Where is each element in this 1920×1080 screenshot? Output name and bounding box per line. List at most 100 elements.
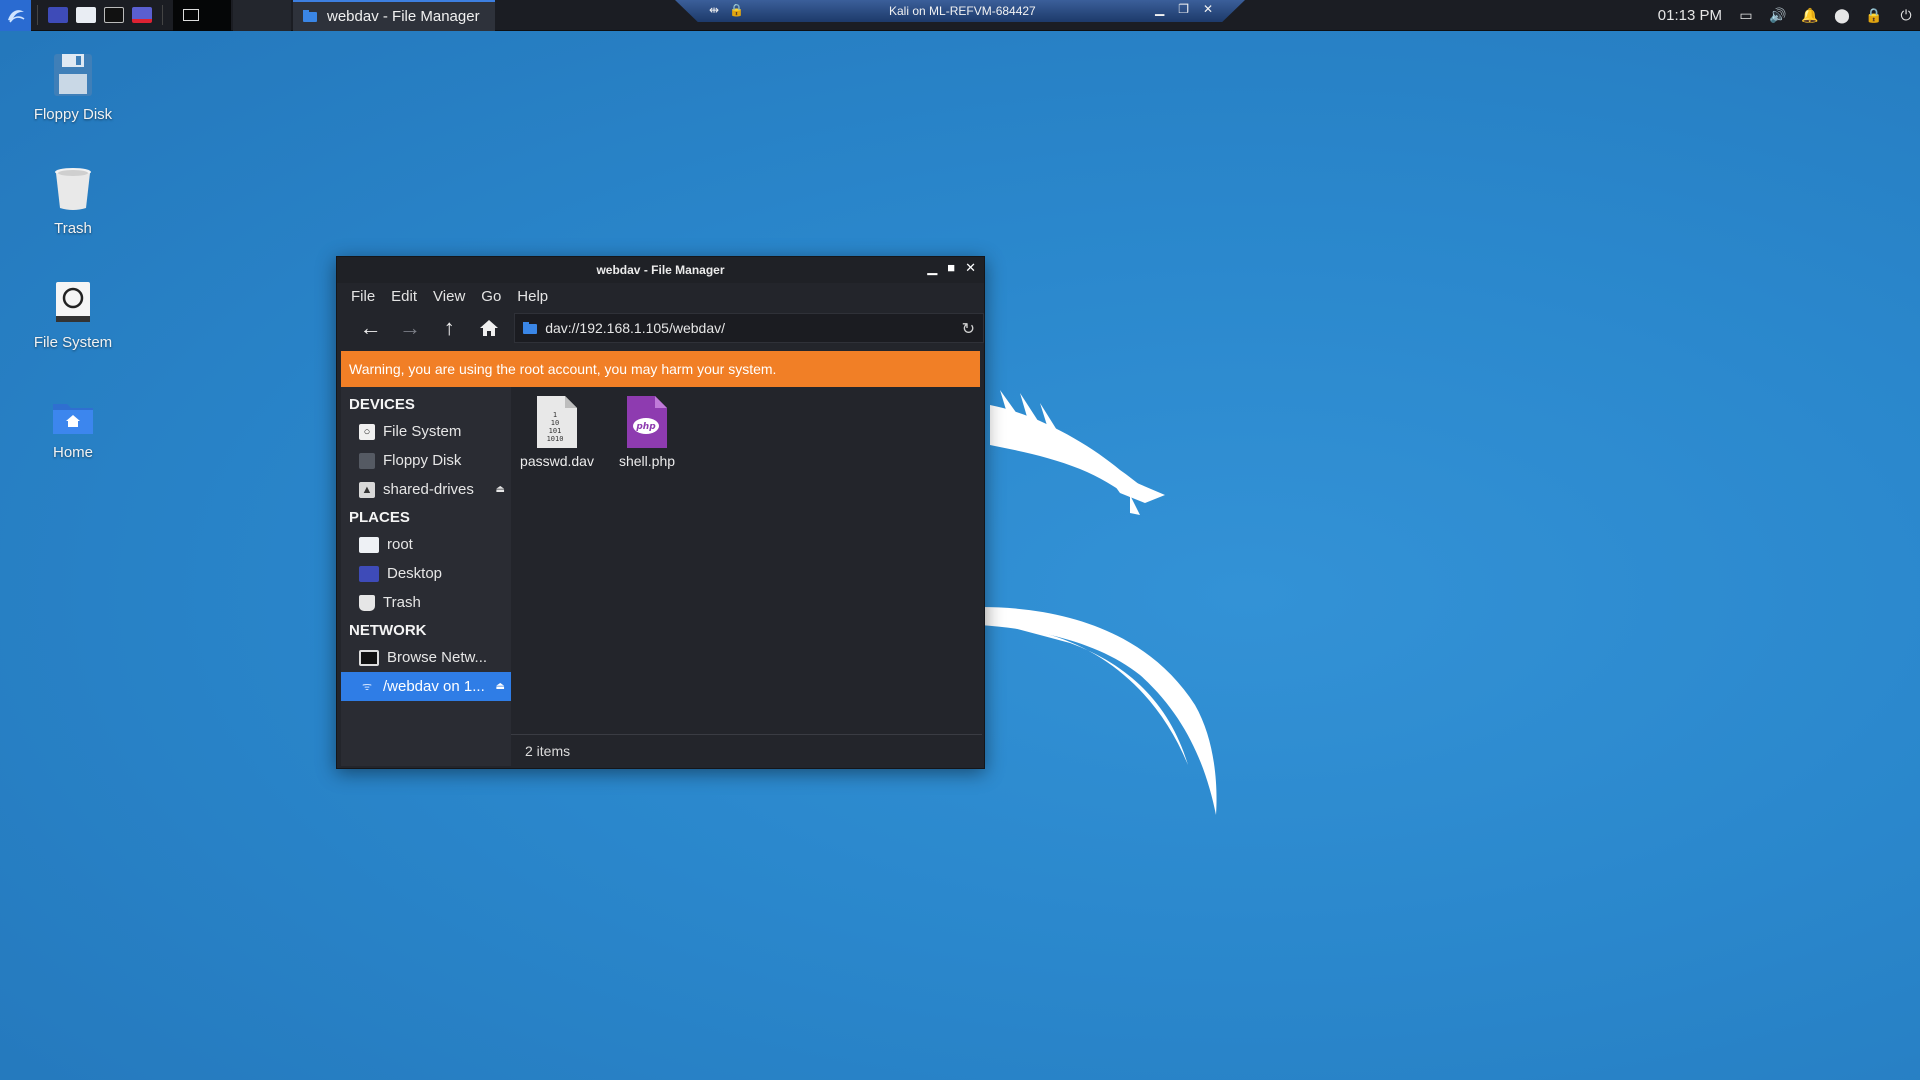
remote-connection-bar: ⇹ 🔒 Kali on ML-REFVM-684427 ▁ ❐ ✕	[675, 0, 1245, 22]
root-warning-banner: Warning, you are using the root account,…	[341, 351, 980, 387]
home-icon[interactable]	[469, 311, 508, 345]
desktop-icon[interactable]	[44, 0, 72, 31]
file-item-passwd[interactable]: 1 10 101 1010 passwd.dav	[515, 395, 599, 469]
system-tray: 01:13 PM ▭ 🔊 🔔 ⬤ 🔒 ⏻	[1658, 0, 1914, 31]
desktop-icon-file-system[interactable]: File System	[8, 280, 138, 351]
sidebar-header-network: NETWORK	[349, 621, 427, 639]
svg-text:php: php	[635, 422, 656, 432]
pin-icon[interactable]: ⇹	[709, 3, 719, 17]
sidebar-item-trash[interactable]: Trash	[341, 588, 511, 617]
sidebar-item-label: Trash	[383, 594, 421, 611]
wifi-icon: ᯤ	[361, 681, 373, 693]
sidebar-item-label: shared-drives	[383, 481, 474, 498]
svg-text:10: 10	[551, 419, 559, 427]
window-titlebar[interactable]: webdav - File Manager ▁ ■ ✕	[337, 257, 984, 283]
workspace-window-icon	[183, 9, 199, 21]
eject-icon[interactable]: ⏏	[496, 484, 505, 495]
display-icon[interactable]: ▭	[1738, 7, 1754, 24]
eject-icon[interactable]: ⏏	[496, 681, 505, 692]
back-arrow-icon[interactable]: ←	[351, 311, 390, 345]
restore-icon[interactable]: ❐	[1178, 2, 1189, 16]
folder-icon	[303, 10, 317, 22]
folder-icon	[523, 322, 538, 334]
file-grid: 1 10 101 1010 passwd.dav php shell.php	[515, 395, 689, 469]
sidebar-item-browse-network[interactable]: Browse Netw...	[341, 643, 511, 672]
workspace-2[interactable]	[233, 0, 291, 31]
file-system-icon	[56, 282, 90, 322]
desktop-icon-label: Floppy Disk	[33, 106, 113, 123]
maximize-icon[interactable]: ■	[947, 260, 955, 276]
file-system-icon: ○	[359, 423, 375, 440]
menu-view[interactable]: View	[425, 288, 473, 305]
desktop-icon-home[interactable]: Home	[8, 398, 138, 461]
desktop-folder-icon	[359, 565, 379, 582]
file-manager-window: webdav - File Manager ▁ ■ ✕ File Edit Vi…	[336, 256, 985, 769]
trash-icon	[55, 168, 91, 210]
php-file-icon: php	[627, 396, 667, 448]
up-arrow-icon[interactable]: ↑	[430, 311, 469, 345]
forward-arrow-icon[interactable]: →	[390, 311, 429, 345]
kali-menu-icon[interactable]	[0, 0, 31, 31]
screenshot-icon[interactable]	[128, 0, 156, 31]
top-panel: webdav - File Manager ⇹ 🔒 Kali on ML-REF…	[0, 0, 1920, 31]
drive-icon: ▲	[359, 481, 375, 498]
sidebar-item-label: root	[387, 536, 413, 553]
sidebar-item-webdav[interactable]: ᯤ /webdav on 1... ⏏	[341, 672, 511, 701]
location-bar[interactable]: dav://192.168.1.105/webdav/ ↻	[514, 313, 984, 343]
desktop-icon-label: File System	[33, 334, 113, 351]
menu-help[interactable]: Help	[509, 288, 556, 305]
desktop-icon-floppy-disk[interactable]: Floppy Disk	[8, 52, 138, 123]
menu-go[interactable]: Go	[473, 288, 509, 305]
binary-file-icon: 1 10 101 1010	[537, 396, 577, 448]
svg-text:1010: 1010	[547, 435, 564, 443]
window-title: webdav - File Manager	[596, 263, 725, 277]
panel-separator	[162, 5, 163, 25]
sidebar-header-places: PLACES	[349, 508, 410, 526]
file-name: shell.php	[618, 453, 676, 469]
lock-icon: 🔒	[729, 3, 745, 17]
sidebar-item-label: File System	[383, 423, 462, 440]
sidebar-item-label: /webdav on 1...	[383, 678, 485, 695]
sidebar-item-desktop[interactable]: Desktop	[341, 559, 511, 588]
sidebar: DEVICES ○ File System Floppy Disk ▲ shar…	[341, 387, 511, 766]
file-manager-icon[interactable]	[72, 0, 100, 31]
sidebar-item-shared-drives[interactable]: ▲ shared-drives ⏏	[341, 475, 511, 504]
taskbar-window-title: webdav - File Manager	[327, 7, 480, 25]
kali-dragon-wallpaper	[980, 390, 1217, 815]
workspace-1[interactable]	[173, 0, 231, 31]
panel-separator	[37, 5, 38, 25]
minimize-icon[interactable]: ▁	[1155, 2, 1164, 16]
notification-bell-icon[interactable]: 🔔	[1801, 7, 1818, 24]
desktop-icon-trash[interactable]: Trash	[8, 166, 138, 237]
file-view[interactable]: 1 10 101 1010 passwd.dav php shell.php 2…	[511, 387, 982, 766]
floppy-disk-icon	[359, 452, 375, 469]
sidebar-item-label: Floppy Disk	[383, 452, 462, 469]
sidebar-item-floppy-disk[interactable]: Floppy Disk	[341, 446, 511, 475]
window-body: DEVICES ○ File System Floppy Disk ▲ shar…	[341, 387, 982, 766]
minimize-icon[interactable]: ▁	[927, 260, 937, 276]
sidebar-item-label: Desktop	[387, 565, 443, 582]
file-item-shell[interactable]: php shell.php	[605, 395, 689, 469]
menu-edit[interactable]: Edit	[383, 288, 425, 305]
lock-icon[interactable]: 🔒	[1865, 7, 1882, 24]
sidebar-item-file-system[interactable]: ○ File System	[341, 417, 511, 446]
reload-icon[interactable]: ↻	[962, 319, 975, 339]
desktop-icon-label: Trash	[54, 220, 92, 237]
power-icon[interactable]: ⏻	[1898, 7, 1914, 24]
close-icon[interactable]: ✕	[1203, 2, 1213, 16]
close-icon[interactable]: ✕	[965, 260, 976, 276]
launcher-group: webdav - File Manager	[0, 0, 495, 31]
clock[interactable]: 01:13 PM	[1658, 7, 1722, 24]
sidebar-item-root[interactable]: root	[341, 530, 511, 559]
folder-icon	[359, 536, 379, 553]
taskbar-window-button[interactable]: webdav - File Manager	[293, 0, 495, 31]
desktop-icon-label: Home	[52, 444, 93, 461]
menu-file[interactable]: File	[343, 288, 383, 305]
update-icon[interactable]: ⬤	[1834, 7, 1850, 24]
volume-icon[interactable]: 🔊	[1769, 7, 1786, 24]
status-bar: 2 items	[511, 734, 982, 766]
terminal-icon[interactable]	[100, 0, 128, 31]
svg-text:1: 1	[553, 411, 557, 419]
floppy-disk-icon	[54, 54, 92, 96]
toolbar: ← → ↑ dav://192.168.1.105/webdav/ ↻	[337, 309, 984, 347]
